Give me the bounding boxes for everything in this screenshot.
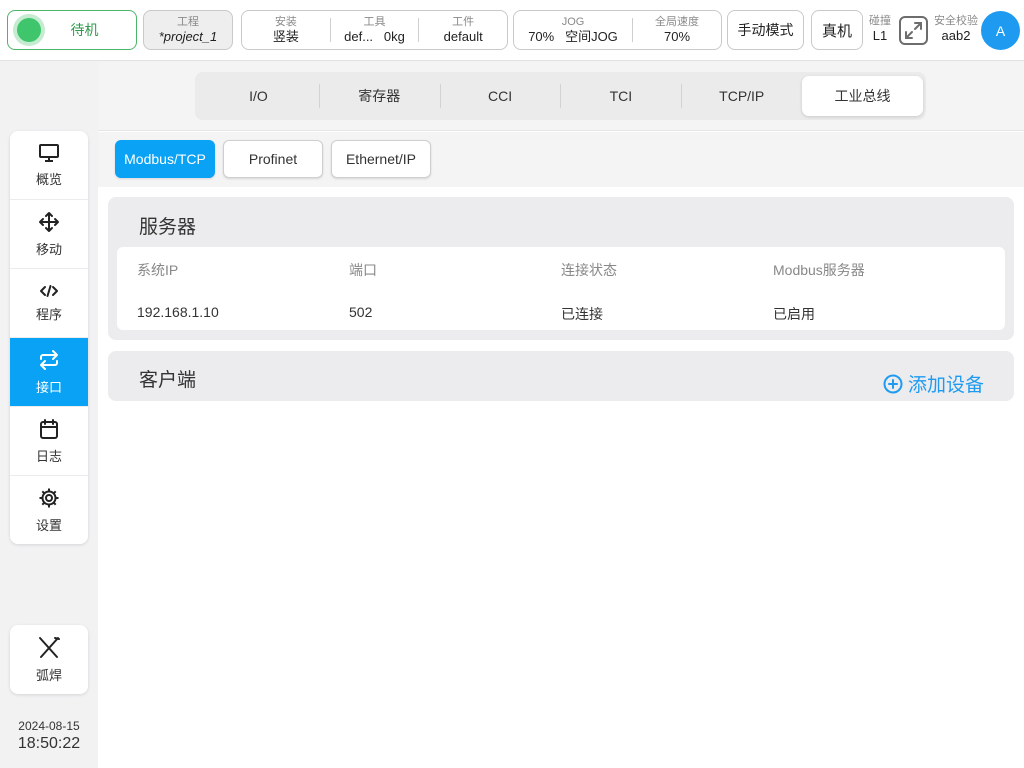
add-circle-icon: [883, 374, 903, 393]
welding-torch-icon: [39, 637, 60, 658]
clock-date: 2024-08-15: [18, 719, 80, 733]
sidebar-item-settings[interactable]: 设置: [10, 476, 88, 544]
manual-mode-button[interactable]: 手动模式: [727, 10, 804, 50]
robot-status-label: 待机: [70, 22, 99, 38]
jog-caption: JOG: [561, 15, 585, 28]
server-section: 服务器 系统IP 端口 连接状态 Modbus服务器 192.168.1.10 …: [108, 197, 1014, 340]
cell-modbus-server: 已启用: [773, 306, 815, 322]
safety-caption: 安全校验: [934, 15, 978, 27]
install-cell[interactable]: 安装 竖装: [242, 11, 330, 49]
install-value: 竖装: [272, 28, 299, 44]
sidebar-nav: 概览 移动 程序 接口 日志 设置: [10, 131, 88, 544]
global-speed-caption: 全局速度: [655, 15, 699, 28]
jog-cell[interactable]: JOG 70% 空间JOG: [514, 11, 632, 49]
tab-industrial-bus[interactable]: 工业总线: [802, 76, 923, 116]
add-device-label: 添加设备: [907, 375, 984, 396]
server-table: 系统IP 端口 连接状态 Modbus服务器 192.168.1.10 502 …: [117, 247, 1005, 330]
workpiece-value: default: [443, 28, 483, 44]
global-speed-value: 70%: [663, 28, 691, 44]
sidebar-item-label: 概览: [35, 171, 62, 187]
sidebar-item-label: 设置: [35, 518, 62, 533]
subtab-profinet[interactable]: Profinet: [223, 140, 323, 178]
cell-system-ip: 192.168.1.10: [137, 304, 219, 320]
tab-registers[interactable]: 寄存器: [318, 76, 440, 116]
tool-name: def...: [344, 28, 374, 44]
subtab-modbus-tcp[interactable]: Modbus/TCP: [115, 140, 215, 178]
code-icon: [40, 284, 58, 297]
add-device-button[interactable]: 添加设备: [883, 370, 984, 397]
install-caption: 安装: [274, 15, 297, 28]
tool-load: 0kg: [383, 28, 405, 44]
calendar-icon: [40, 418, 58, 439]
project-name: *project_1: [158, 28, 218, 44]
interface-icon: [40, 349, 58, 370]
client-title: 客户端: [139, 370, 197, 391]
gear-icon: [39, 488, 59, 508]
sidebar-item-move[interactable]: 移动: [10, 200, 88, 269]
jog-speed: 70%: [528, 28, 555, 44]
subtabs-strip: Modbus/TCP Profinet Ethernet/IP: [98, 132, 1024, 187]
status-indicator-icon: [17, 18, 41, 42]
sidebar-item-overview[interactable]: 概览: [10, 131, 88, 200]
global-speed-cell[interactable]: 全局速度 70%: [633, 11, 721, 49]
robot-status-button[interactable]: 待机: [7, 10, 137, 50]
jog-speed-panel[interactable]: JOG 70% 空间JOG 全局速度 70%: [513, 10, 722, 50]
safety-value: aab2: [941, 28, 971, 43]
sidebar-item-log[interactable]: 日志: [10, 407, 88, 476]
tab-cci[interactable]: CCI: [439, 76, 561, 116]
project-selector[interactable]: 工程 *project_1: [143, 10, 233, 50]
jog-mode: 空间JOG: [565, 28, 618, 44]
collision-value: L1: [872, 28, 888, 43]
column-header-modbus-server: Modbus服务器: [773, 262, 865, 278]
sidebar-item-label: 日志: [35, 448, 62, 464]
column-header-system-ip: 系统IP: [137, 262, 179, 278]
collision-level[interactable]: 碰撞 L1: [866, 15, 894, 44]
move-icon: [39, 211, 59, 232]
tabs-strip: I/O 寄存器 CCI TCI TCP/IP 工业总线: [98, 62, 1024, 131]
project-caption: 工程: [177, 15, 199, 28]
workpiece-caption: 工件: [452, 15, 475, 28]
clock-time: 18:50:22: [17, 735, 81, 752]
sidebar-item-label: 移动: [35, 241, 62, 257]
top-bar: 待机 工程 *project_1 安装 竖装 工具 def... 0kg 工件 …: [0, 0, 1024, 61]
sidebar-item-label: 接口: [35, 379, 62, 395]
sidebar-item-interface[interactable]: 接口: [10, 338, 88, 407]
safety-checksum[interactable]: 安全校验 aab2: [930, 15, 982, 44]
monitor-icon: [39, 143, 59, 162]
weld-label: 弧焊: [35, 668, 62, 683]
tab-tci[interactable]: TCI: [560, 76, 681, 116]
real-machine-button[interactable]: 真机: [811, 10, 863, 50]
sidebar-item-arc-welding[interactable]: 弧焊: [10, 625, 88, 694]
subtab-ethernet-ip[interactable]: Ethernet/IP: [331, 140, 431, 178]
interface-tabs: I/O 寄存器 CCI TCI TCP/IP 工业总线: [195, 72, 926, 120]
sidebar-item-label: 程序: [35, 306, 62, 322]
tool-value: def... 0kg: [344, 29, 405, 45]
tool-cell[interactable]: 工具 def... 0kg: [331, 11, 419, 49]
user-avatar[interactable]: A: [981, 11, 1020, 50]
install-tool-workpiece-panel[interactable]: 安装 竖装 工具 def... 0kg 工件 default: [241, 10, 508, 50]
sidebar-item-program[interactable]: 程序: [10, 269, 88, 338]
tab-tcp-ip[interactable]: TCP/IP: [681, 76, 802, 116]
cell-port: 502: [349, 304, 373, 320]
client-section: 客户端 添加设备: [108, 351, 1014, 401]
tool-caption: 工具: [363, 15, 386, 28]
workpiece-cell[interactable]: 工件 default: [419, 11, 507, 49]
main-content: I/O 寄存器 CCI TCI TCP/IP 工业总线 Modbus/TCP P…: [98, 62, 1024, 768]
column-header-port: 端口: [349, 262, 377, 278]
system-clock: 2024-08-15 18:50:22: [8, 719, 90, 753]
cell-connection-status: 已连接: [561, 306, 603, 322]
fullscreen-expand-icon[interactable]: [899, 16, 928, 45]
collision-caption: 碰撞: [869, 15, 891, 27]
column-header-connection-status: 连接状态: [561, 262, 617, 278]
jog-value: 70% 空间JOG: [528, 29, 618, 45]
server-title: 服务器: [139, 217, 197, 238]
tab-io[interactable]: I/O: [198, 76, 319, 116]
